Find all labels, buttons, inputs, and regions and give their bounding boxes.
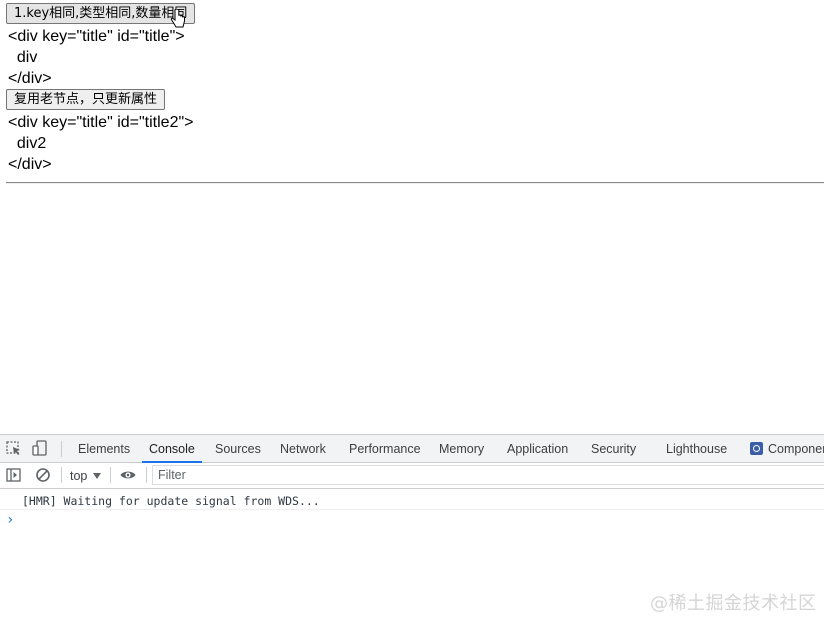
show-sidebar-icon[interactable] (5, 466, 23, 484)
toolbar-divider (61, 467, 62, 483)
code-line: <div key="title" id="title2"> (8, 114, 194, 131)
tab-memory[interactable]: Memory (439, 435, 484, 462)
watermark: @稀土掘金技术社区 (650, 593, 817, 614)
key-same-button[interactable]: 1.key相同,类型相同,数量相同 (6, 3, 196, 24)
eye-icon[interactable] (119, 466, 137, 484)
toolbar-divider (110, 467, 111, 483)
chevron-down-icon (93, 473, 101, 479)
code-line: div (8, 49, 38, 66)
components-icon (750, 442, 763, 455)
tab-elements[interactable]: Elements (78, 435, 130, 462)
tab-console[interactable]: Console (142, 435, 202, 463)
tab-lighthouse[interactable]: Lighthouse (666, 435, 727, 462)
tab-components[interactable]: Componen (768, 435, 824, 462)
tab-performance[interactable]: Performance (349, 435, 421, 462)
code-line: <div key="title" id="title"> (8, 28, 185, 45)
hand-cursor-icon (170, 9, 185, 28)
tab-sources[interactable]: Sources (215, 435, 261, 462)
devtools-tab-bar: Elements Console Sources Network Perform… (0, 435, 824, 463)
code-line: </div> (8, 156, 52, 173)
tab-network[interactable]: Network (280, 435, 326, 462)
reuse-node-button[interactable]: 复用老节点，只更新属性 (6, 89, 166, 110)
horizontal-rule (6, 182, 824, 184)
device-toolbar-icon[interactable] (31, 439, 49, 457)
inspect-element-icon[interactable] (5, 439, 23, 457)
filter-input[interactable] (158, 466, 458, 484)
code-line: div2 (8, 135, 47, 152)
context-selector[interactable]: top (70, 463, 87, 488)
console-prompt[interactable]: › (6, 512, 14, 528)
toolbar-divider (146, 467, 147, 483)
tab-security[interactable]: Security (591, 435, 636, 462)
console-toolbar: top (0, 463, 824, 489)
console-divider (0, 509, 824, 510)
clear-console-icon[interactable] (34, 466, 52, 484)
toolbar-divider (61, 441, 62, 457)
code-line: </div> (8, 70, 52, 87)
tab-application[interactable]: Application (507, 435, 568, 462)
console-message: [HMR] Waiting for update signal from WDS… (22, 494, 320, 508)
page-viewport: 1.key相同,类型相同,数量相同 <div key="title" id="t… (0, 0, 824, 434)
